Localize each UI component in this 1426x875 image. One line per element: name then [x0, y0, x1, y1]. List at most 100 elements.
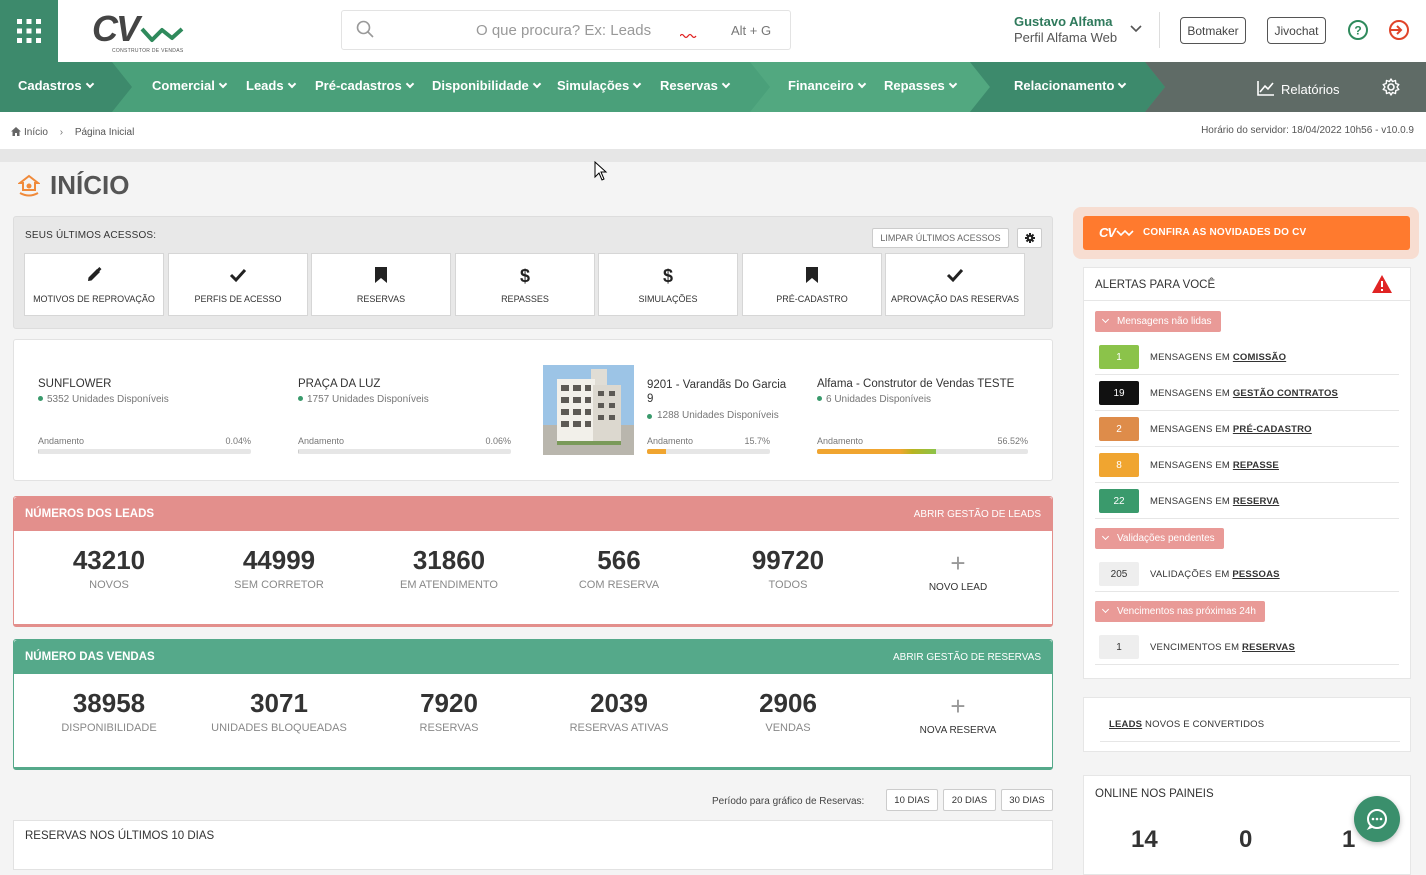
enterprise-name: Alfama - Construtor de Vendas TESTE [817, 378, 1015, 390]
alert-row[interactable]: 22 MENSAGENS EM RESERVA [1095, 483, 1399, 519]
alert-group-due-24h[interactable]: Vencimentos nas próximas 24h [1095, 601, 1265, 622]
recent-tile-label: MOTIVOS DE REPROVAÇÃO [33, 294, 155, 304]
open-leads-management-link[interactable]: ABRIR GESTÃO DE LEADS [914, 509, 1041, 520]
search-placeholder: O que procura? Ex: Leads [476, 22, 652, 39]
alert-link[interactable]: PESSOAS [1232, 569, 1279, 580]
leads-stat-todos[interactable]: 99720 TODOS [703, 545, 873, 591]
enterprise-card[interactable]: Alfama - Construtor de Vendas TESTE 6 Un… [817, 378, 1037, 405]
botmaker-button[interactable]: Botmaker [1180, 17, 1246, 44]
period-20-days-button[interactable]: 20 DIAS [943, 789, 996, 811]
page-title: INÍCIO [18, 170, 129, 201]
stat-label: VENDAS [765, 722, 811, 734]
user-menu[interactable]: Gustavo Alfama Perfil Alfama Web [1014, 14, 1117, 45]
alert-row[interactable]: 8 MENSAGENS EM REPASSE [1095, 447, 1399, 483]
enterprise-units: 6 Unidades Disponíveis [817, 394, 1037, 405]
sales-stat-reservas[interactable]: 7920 RESERVAS [364, 688, 534, 734]
nav-repasses[interactable]: Repasses [884, 78, 957, 93]
sales-stat-bloqueadas[interactable]: 3071 UNIDADES BLOQUEADAS [194, 688, 364, 734]
period-10-days-button[interactable]: 10 DIAS [886, 789, 938, 811]
enterprise-card[interactable]: SUNFLOWER 5352 Unidades Disponíveis [38, 378, 253, 405]
stat-value: 38958 [72, 688, 146, 718]
alert-row[interactable]: 2 MENSAGENS EM PRÉ-CADASTRO [1095, 411, 1399, 447]
alert-link[interactable]: COMISSÃO [1233, 352, 1286, 363]
logout-icon[interactable] [1388, 19, 1410, 41]
recent-tile-aprovacao[interactable]: APROVAÇÃO DAS RESERVAS [885, 253, 1025, 316]
logo-subtitle: CONSTRUTOR DE VENDAS [112, 48, 184, 54]
enterprise-card[interactable]: PRAÇA DA LUZ 1757 Unidades Disponíveis [298, 378, 513, 405]
new-lead-button[interactable]: + NOVO LEAD [873, 550, 1043, 593]
user-name: Gustavo Alfama [1014, 14, 1113, 29]
stat-label: NOVOS [89, 579, 129, 591]
alert-row[interactable]: 1 VENCIMENTOS EM RESERVAS [1095, 629, 1399, 665]
cv-logo[interactable]: CV CONSTRUTOR DE VENDAS [90, 8, 190, 54]
recent-tile-perfis[interactable]: PERFIS DE ACESSO [168, 253, 308, 316]
enterprise-photo[interactable] [543, 365, 634, 455]
sales-stat-disponibilidade[interactable]: 38958 DISPONIBILIDADE [24, 688, 194, 734]
recent-tile-simulacoes[interactable]: $ SIMULAÇÕES [598, 253, 738, 316]
news-banner[interactable]: CV CONFIRA AS NOVIDADES DO CV [1073, 207, 1419, 259]
search-icon [356, 20, 374, 38]
enterprise-card[interactable]: 9201 - Varandãs Do Garcia 9 1288 Unidade… [647, 378, 787, 422]
alert-link[interactable]: PRÉ-CADASTRO [1233, 424, 1312, 435]
global-search[interactable]: O que procura? Ex: Leads Alt + G [341, 10, 791, 50]
sales-stat-reservas-ativas[interactable]: 2039 RESERVAS ATIVAS [534, 688, 704, 734]
alert-group-pending-validations[interactable]: Validações pendentes [1095, 528, 1224, 549]
new-reservation-button[interactable]: + NOVA RESERVA [873, 693, 1043, 736]
open-reservations-management-link[interactable]: ABRIR GESTÃO DE RESERVAS [893, 652, 1041, 663]
alert-row[interactable]: 205 VALIDAÇÕES EM PESSOAS [1095, 556, 1399, 592]
gear-icon[interactable] [1382, 78, 1400, 96]
period-30-days-button[interactable]: 30 DIAS [1001, 789, 1053, 811]
nav-leads[interactable]: Leads [246, 78, 296, 93]
nav-financeiro[interactable]: Financeiro [788, 78, 866, 93]
leads-stat-com-reserva[interactable]: 566 COM RESERVA [534, 545, 704, 591]
nav-relatorios[interactable]: Relatórios [1257, 78, 1340, 97]
nav-cadastros[interactable]: Cadastros [18, 78, 94, 93]
apps-grid-button[interactable] [0, 0, 58, 62]
recent-settings-button[interactable] [1017, 228, 1042, 248]
breadcrumb-current: Página Inicial [74, 127, 135, 138]
nav-disponibilidade[interactable]: Disponibilidade [432, 78, 542, 93]
clear-recent-button[interactable]: LIMPAR ÚLTIMOS ACESSOS [872, 228, 1009, 248]
divider [1100, 741, 1400, 742]
recent-tile-motivos[interactable]: MOTIVOS DE REPROVAÇÃO [24, 253, 164, 316]
chat-button[interactable] [1354, 796, 1400, 842]
gear-icon [1024, 233, 1035, 243]
alert-link[interactable]: RESERVAS [1242, 642, 1295, 653]
chevron-down-icon[interactable] [1130, 24, 1142, 34]
stat-label: DISPONIBILIDADE [61, 722, 157, 734]
leads-stat-novos[interactable]: 43210 NOVOS [24, 545, 194, 591]
jivochat-button[interactable]: Jivochat [1267, 17, 1326, 44]
alert-link[interactable]: REPASSE [1233, 460, 1279, 471]
sales-stat-vendas[interactable]: 2906 VENDAS [703, 688, 873, 734]
help-circle-icon[interactable]: ? [1347, 19, 1369, 41]
enterprise-name: PRAÇA DA LUZ [298, 378, 381, 390]
leads-stat-sem-corretor[interactable]: 44999 SEM CORRETOR [194, 545, 364, 591]
news-banner-button[interactable]: CV CONFIRA AS NOVIDADES DO CV [1083, 216, 1410, 250]
stat-label: TODOS [768, 579, 808, 591]
bookmark-icon [806, 267, 818, 283]
alert-row[interactable]: 1 MENSAGENS EM COMISSÃO [1095, 339, 1399, 375]
nav-pre-cadastros[interactable]: Pré-cadastros [315, 78, 414, 93]
alert-prefix: MENSAGENS EM [1150, 352, 1233, 363]
alert-link[interactable]: RESERVA [1233, 496, 1279, 507]
alert-count: 205 [1099, 562, 1139, 586]
alert-text: VENCIMENTOS EM RESERVAS [1150, 642, 1295, 653]
alert-prefix: MENSAGENS EM [1150, 460, 1233, 471]
recent-tile-reservas[interactable]: RESERVAS [311, 253, 451, 316]
leads-converted-link[interactable]: LEADS [1109, 719, 1142, 730]
progress-label: Andamento [298, 436, 345, 446]
recent-tile-label: SIMULAÇÕES [638, 294, 698, 304]
recent-tile-pre-cadastro[interactable]: PRÉ-CADASTRO [742, 253, 882, 316]
nav-simulacoes[interactable]: Simulações [557, 78, 642, 93]
recent-tile-repasses[interactable]: $ REPASSES [455, 253, 595, 316]
alert-link[interactable]: GESTÃO CONTRATOS [1233, 388, 1338, 399]
nav-relacionamento[interactable]: Relacionamento [1014, 78, 1127, 93]
breadcrumb-home[interactable]: Início [24, 127, 48, 138]
nav-relatorios-label: Relatórios [1281, 82, 1340, 97]
alert-row[interactable]: 19 MENSAGENS EM GESTÃO CONTRATOS [1095, 375, 1399, 411]
stat-value: 43210 [72, 545, 146, 575]
nav-comercial[interactable]: Comercial [152, 78, 228, 93]
leads-stat-em-atendimento[interactable]: 31860 EM ATENDIMENTO [364, 545, 534, 591]
alert-group-unread-messages[interactable]: Mensagens não lidas [1095, 311, 1221, 332]
nav-reservas[interactable]: Reservas [660, 78, 731, 93]
